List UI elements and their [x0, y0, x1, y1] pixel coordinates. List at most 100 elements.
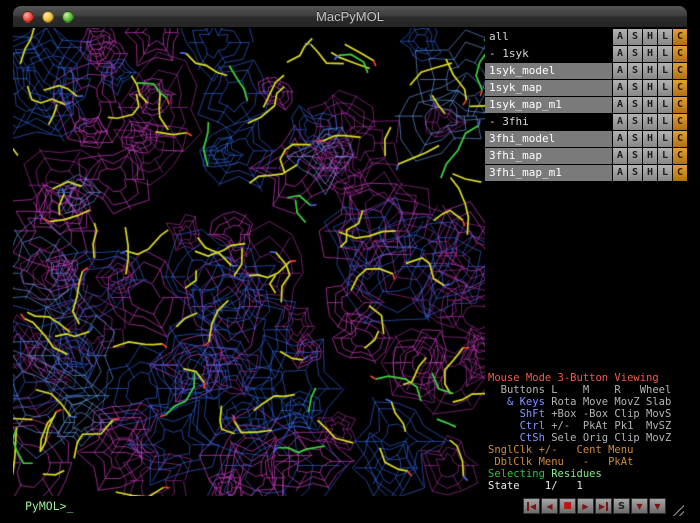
mouse-panel-key: State	[488, 480, 526, 492]
mouse-panel-line[interactable]: Selecting Residues	[488, 468, 687, 480]
object-h-button[interactable]: H	[643, 165, 657, 181]
molecular-viewport[interactable]	[13, 28, 485, 496]
macpymol-window: MacPyMOL allASHLC- 1sykASHLC1syk_modelAS…	[13, 6, 687, 516]
mouse-panel-line: Buttons L M R Wheel	[488, 384, 687, 396]
object-l-button[interactable]: L	[658, 46, 672, 62]
object-a-button[interactable]: A	[613, 148, 627, 164]
mouse-panel-key: Ctrl	[488, 420, 551, 432]
object-a-button[interactable]: A	[613, 97, 627, 113]
object-h-button[interactable]: H	[643, 131, 657, 147]
mouse-panel-key: SnglClk	[488, 444, 539, 456]
object-a-button[interactable]: A	[613, 131, 627, 147]
zoom-button[interactable]	[62, 11, 74, 23]
object-name[interactable]: - 1syk	[485, 46, 612, 62]
object-s-button[interactable]: S	[628, 97, 642, 113]
movie-menu-icon: ▼	[636, 502, 642, 511]
titlebar[interactable]: MacPyMOL	[13, 6, 687, 28]
play-button[interactable]: ▶	[577, 498, 594, 514]
mouse-panel-line[interactable]: SnglClk +/- Cent Menu	[488, 444, 687, 456]
window-content: allASHLC- 1sykASHLC1syk_modelASHLC1syk_m…	[13, 28, 687, 516]
resize-grip[interactable]	[670, 502, 684, 516]
object-s-button[interactable]: S	[628, 46, 642, 62]
close-button[interactable]	[22, 11, 34, 23]
scene-button[interactable]: S	[613, 498, 630, 514]
object-row: - 1sykASHLC	[485, 46, 687, 62]
object-c-button[interactable]: C	[673, 97, 687, 113]
step-back-button[interactable]: ◀	[541, 498, 558, 514]
stop-button[interactable]: ■	[559, 498, 576, 514]
mouse-panel-values: Residues	[551, 468, 602, 480]
object-a-button[interactable]: A	[613, 63, 627, 79]
object-name[interactable]: all	[485, 29, 612, 45]
mouse-panel-line: CtSh Sele Orig Clip MovZ	[488, 432, 687, 444]
object-h-button[interactable]: H	[643, 46, 657, 62]
movie-menu-button[interactable]: ▼	[631, 498, 648, 514]
go-to-end-button[interactable]: ▶	[595, 498, 612, 514]
window-title: MacPyMOL	[316, 9, 384, 24]
object-c-button[interactable]: C	[673, 80, 687, 96]
object-a-button[interactable]: A	[613, 165, 627, 181]
right-panel: allASHLC- 1sykASHLC1syk_modelASHLC1syk_m…	[485, 28, 687, 496]
object-name[interactable]: 1syk_map_m1	[485, 97, 612, 113]
object-s-button[interactable]: S	[628, 80, 642, 96]
object-a-button[interactable]: A	[613, 114, 627, 130]
object-s-button[interactable]: S	[628, 131, 642, 147]
go-to-start-button[interactable]: ◀	[523, 498, 540, 514]
object-c-button[interactable]: C	[673, 63, 687, 79]
object-l-button[interactable]: L	[658, 148, 672, 164]
mouse-panel-line: & Keys Rota Move MovZ Slab	[488, 396, 687, 408]
object-name[interactable]: - 3fhi	[485, 114, 612, 130]
object-c-button[interactable]: C	[673, 29, 687, 45]
mouse-panel-line: ShFt +Box -Box Clip MovS	[488, 408, 687, 420]
object-s-button[interactable]: S	[628, 114, 642, 130]
object-name[interactable]: 3fhi_map_m1	[485, 165, 612, 181]
object-h-button[interactable]: H	[643, 148, 657, 164]
scene-icon: S	[618, 501, 625, 512]
object-h-button[interactable]: H	[643, 63, 657, 79]
object-row: 1syk_mapASHLC	[485, 80, 687, 96]
object-l-button[interactable]: L	[658, 63, 672, 79]
object-c-button[interactable]: C	[673, 131, 687, 147]
state-menu-icon: ▼	[654, 502, 660, 511]
object-c-button[interactable]: C	[673, 46, 687, 62]
object-h-button[interactable]: H	[643, 80, 657, 96]
mouse-panel-line[interactable]: Mouse Mode 3-Button Viewing	[488, 372, 687, 384]
object-c-button[interactable]: C	[673, 165, 687, 181]
object-c-button[interactable]: C	[673, 148, 687, 164]
object-a-button[interactable]: A	[613, 80, 627, 96]
object-l-button[interactable]: L	[658, 97, 672, 113]
object-name[interactable]: 3fhi_map	[485, 148, 612, 164]
bottom-bar: PyMOL>_ ◀◀■▶▶S▼▼	[13, 496, 687, 516]
object-l-button[interactable]: L	[658, 114, 672, 130]
mouse-panel-values: Sele Orig Clip MovZ	[551, 432, 671, 444]
go-to-start-icon: ◀	[527, 502, 536, 511]
object-name[interactable]: 1syk_model	[485, 63, 612, 79]
mouse-panel-key: Selecting	[488, 468, 551, 480]
object-h-button[interactable]: H	[643, 114, 657, 130]
object-h-button[interactable]: H	[643, 29, 657, 45]
object-s-button[interactable]: S	[628, 148, 642, 164]
mouse-panel: Mouse Mode 3-Button Viewing Buttons L M …	[485, 372, 687, 496]
object-list: allASHLC- 1sykASHLC1syk_modelASHLC1syk_m…	[485, 28, 687, 182]
traffic-lights	[22, 11, 74, 23]
object-a-button[interactable]: A	[613, 29, 627, 45]
object-s-button[interactable]: S	[628, 63, 642, 79]
mouse-panel-values: 1/ 1	[526, 480, 583, 492]
minimize-button[interactable]	[42, 11, 54, 23]
object-a-button[interactable]: A	[613, 46, 627, 62]
mouse-panel-line[interactable]: DblClk Menu - PkAt	[488, 456, 687, 468]
object-l-button[interactable]: L	[658, 29, 672, 45]
object-l-button[interactable]: L	[658, 80, 672, 96]
object-c-button[interactable]: C	[673, 114, 687, 130]
object-name[interactable]: 1syk_map	[485, 80, 612, 96]
object-l-button[interactable]: L	[658, 165, 672, 181]
object-name[interactable]: 3fhi_model	[485, 131, 612, 147]
object-s-button[interactable]: S	[628, 29, 642, 45]
mouse-panel-values: Rota Move MovZ Slab	[551, 396, 671, 408]
object-l-button[interactable]: L	[658, 131, 672, 147]
state-menu-button[interactable]: ▼	[649, 498, 666, 514]
object-h-button[interactable]: H	[643, 97, 657, 113]
object-s-button[interactable]: S	[628, 165, 642, 181]
command-prompt[interactable]: PyMOL>_	[13, 499, 523, 513]
object-row: 1syk_map_m1ASHLC	[485, 97, 687, 113]
